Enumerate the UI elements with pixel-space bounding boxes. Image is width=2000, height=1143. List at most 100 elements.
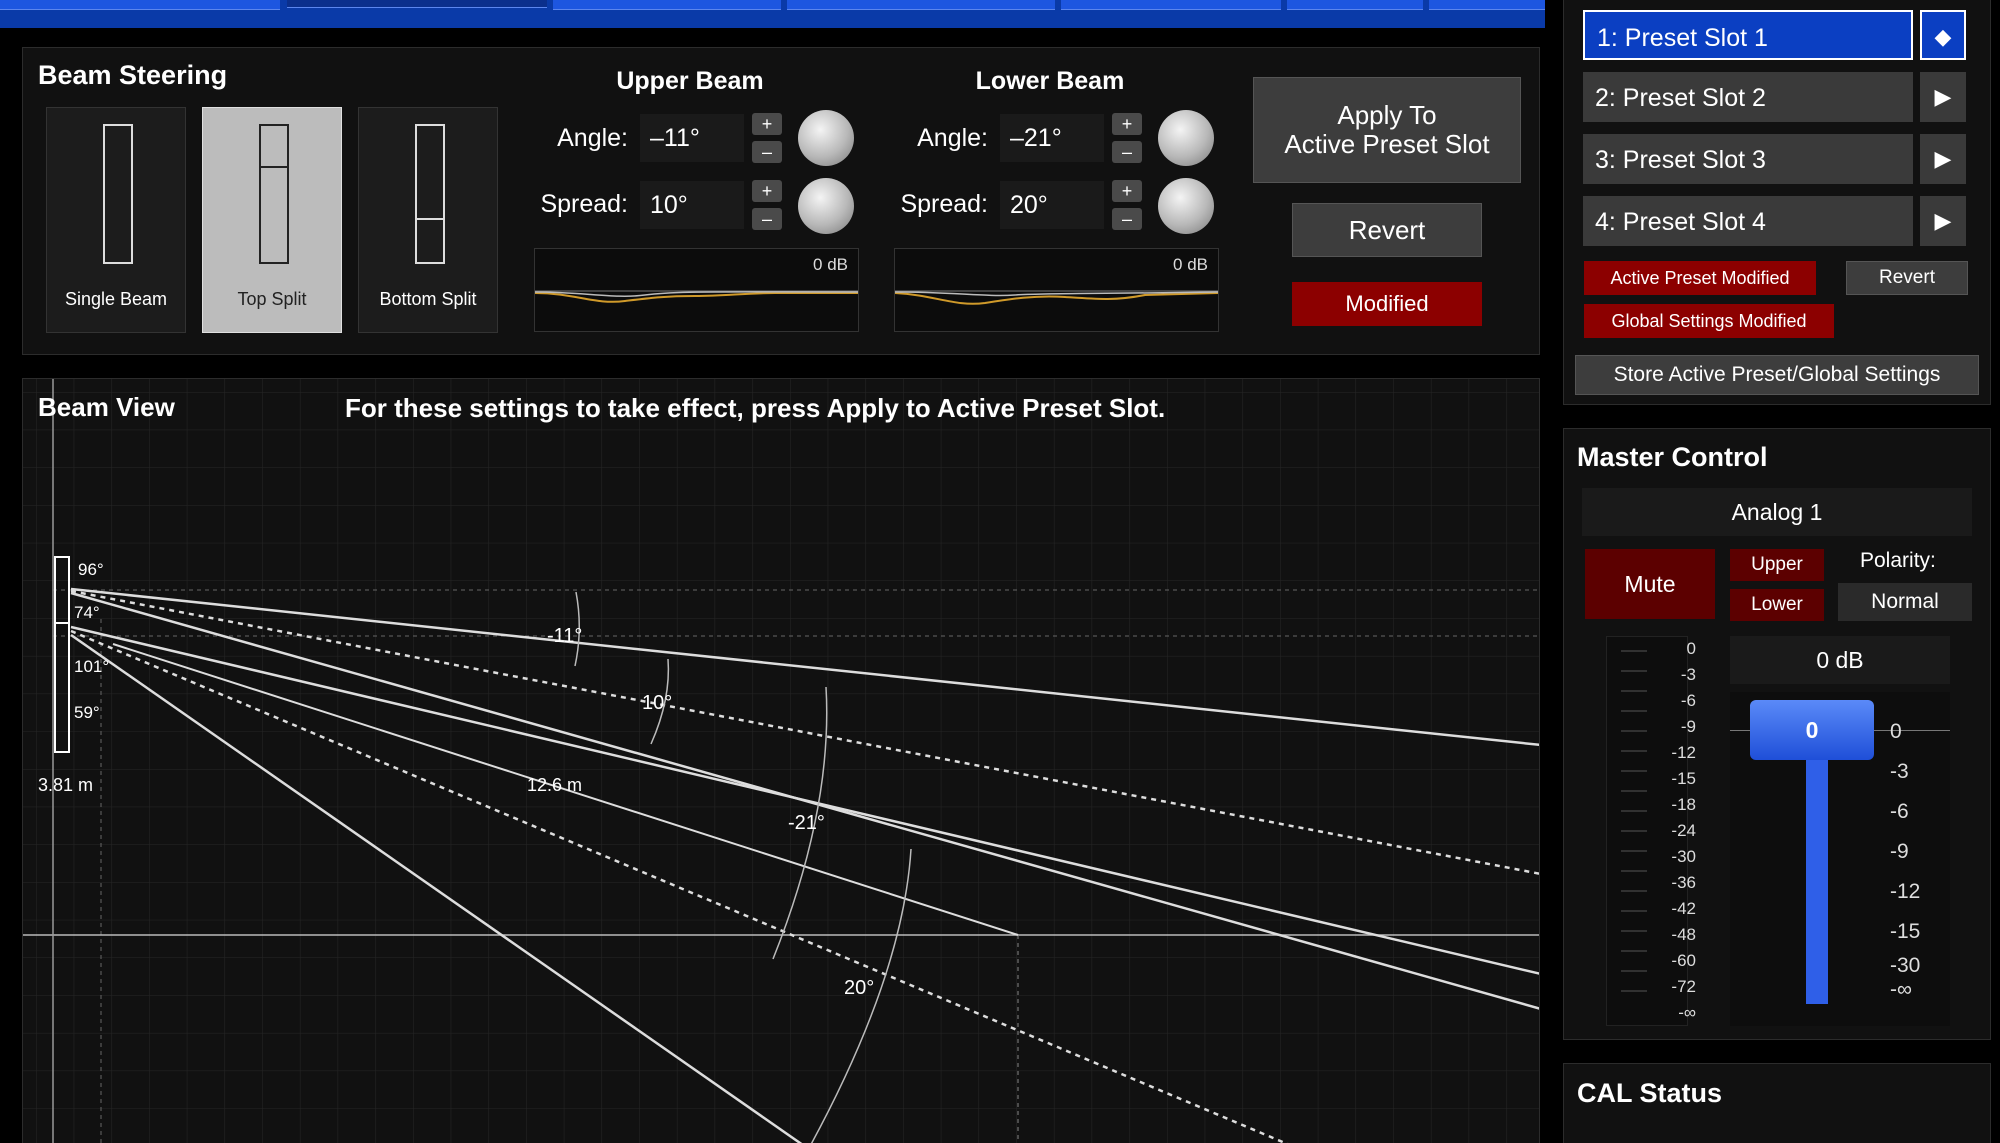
modified-indicator: Modified bbox=[1292, 282, 1482, 326]
fader-fill bbox=[1806, 742, 1828, 1004]
top-split-button[interactable]: Top Split bbox=[202, 107, 342, 333]
apply-to-active-preset-button[interactable]: Apply To Active Preset Slot bbox=[1253, 77, 1521, 183]
distance-label: 12.6 m bbox=[527, 775, 583, 795]
upper-eq-curve bbox=[535, 290, 858, 303]
lower-angle-increment[interactable]: + bbox=[1112, 113, 1142, 135]
revert-button[interactable]: Revert bbox=[1292, 203, 1482, 257]
upper-angle-decrement[interactable]: – bbox=[752, 141, 782, 163]
beam-view-notice: For these settings to take effect, press… bbox=[345, 393, 1166, 423]
tab-1[interactable] bbox=[0, 0, 280, 10]
upper-angle-plot-label: -11° bbox=[547, 625, 583, 647]
meter-scale-10: -42 bbox=[1671, 899, 1696, 918]
lower-spread-plot-label: 20° bbox=[844, 977, 875, 999]
angle-59-label: 59° bbox=[74, 703, 100, 722]
height-label: 3.81 m bbox=[38, 775, 94, 795]
meter-scale-4: -12 bbox=[1671, 743, 1696, 762]
tab-strip bbox=[0, 0, 1545, 28]
upper-beam-title: Upper Beam bbox=[616, 67, 764, 95]
upper-eq-display: 0 dB bbox=[534, 248, 859, 332]
cal-status-title: CAL Status bbox=[1577, 1078, 1723, 1108]
upper-spread-decrement[interactable]: – bbox=[752, 208, 782, 230]
lower-spread-decrement[interactable]: – bbox=[1112, 208, 1142, 230]
meter-scale: 0 -3 -6 -9 -12 -15 -18 -24 -30 -36 -42 -… bbox=[1656, 636, 1696, 1026]
single-beam-label: Single Beam bbox=[64, 289, 168, 309]
active-preset-modified-indicator: Active Preset Modified bbox=[1584, 261, 1816, 295]
preset-slot-3-play-icon[interactable]: ▶ bbox=[1920, 134, 1966, 184]
upper-spread-increment[interactable]: + bbox=[752, 180, 782, 202]
tab-7[interactable] bbox=[1429, 0, 1545, 10]
lower-mute-button[interactable]: Lower bbox=[1730, 589, 1824, 621]
preset-slot-2[interactable]: 2: Preset Slot 2 bbox=[1583, 72, 1913, 122]
apply-line-1: Apply To bbox=[1337, 100, 1437, 130]
upper-angle-field[interactable]: –11° bbox=[640, 114, 744, 162]
single-beam-button[interactable]: Single Beam bbox=[46, 107, 186, 333]
lower-spread-field[interactable]: 20° bbox=[1000, 181, 1104, 229]
fader-scale-7: -∞ bbox=[1890, 978, 1912, 1001]
input-source-display[interactable]: Analog 1 bbox=[1582, 488, 1972, 536]
tab-3[interactable] bbox=[553, 0, 781, 10]
lower-angle-knob[interactable] bbox=[1158, 110, 1214, 166]
fader-scale-2: -6 bbox=[1890, 800, 1909, 823]
lower-angle-plot-label: -21° bbox=[788, 812, 825, 834]
meter-scale-2: -6 bbox=[1680, 691, 1696, 710]
meter-scale-12: -60 bbox=[1671, 951, 1696, 970]
tab-6[interactable] bbox=[1287, 0, 1423, 10]
meter-scale-5: -15 bbox=[1671, 769, 1696, 788]
tab-4[interactable] bbox=[787, 0, 1055, 10]
bottom-split-icon bbox=[415, 124, 445, 264]
lower-eq-curve bbox=[895, 290, 1218, 305]
upper-angle-knob[interactable] bbox=[798, 110, 854, 166]
bottom-split-button[interactable]: Bottom Split bbox=[358, 107, 498, 333]
preset-slot-2-play-icon[interactable]: ▶ bbox=[1920, 72, 1966, 122]
single-beam-icon bbox=[103, 124, 133, 264]
fader-scale-1: -3 bbox=[1890, 760, 1909, 783]
upper-spread-field[interactable]: 10° bbox=[640, 181, 744, 229]
upper-angle-increment[interactable]: + bbox=[752, 113, 782, 135]
upper-angle-label: Angle: bbox=[557, 124, 628, 152]
angle-74-label: 74° bbox=[74, 603, 100, 622]
store-settings-button[interactable]: Store Active Preset/Global Settings bbox=[1575, 355, 1979, 395]
fader-scale-4: -12 bbox=[1890, 880, 1921, 903]
meter-scale-14: -∞ bbox=[1678, 1003, 1696, 1022]
fader-scale-0: 0 bbox=[1890, 720, 1902, 743]
meter-scale-1: -3 bbox=[1680, 665, 1696, 684]
top-split-icon bbox=[259, 124, 289, 264]
meter-scale-11: -48 bbox=[1671, 925, 1696, 944]
beam-view-panel bbox=[22, 378, 1540, 1143]
lower-angle-decrement[interactable]: – bbox=[1112, 141, 1142, 163]
master-control-title: Master Control bbox=[1577, 442, 1768, 472]
lower-angle-label: Angle: bbox=[917, 124, 988, 152]
fader-scale-5: -15 bbox=[1890, 920, 1921, 943]
meter-scale-3: -9 bbox=[1680, 717, 1696, 736]
bottom-split-label: Bottom Split bbox=[379, 289, 477, 309]
mute-button[interactable]: Mute bbox=[1585, 549, 1715, 619]
beam-view-plot bbox=[23, 379, 1539, 1143]
meter-scale-9: -36 bbox=[1671, 873, 1696, 892]
lower-angle-field[interactable]: –21° bbox=[1000, 114, 1104, 162]
tab-5[interactable] bbox=[1061, 0, 1281, 10]
preset-slot-4-play-icon[interactable]: ▶ bbox=[1920, 196, 1966, 246]
lower-spread-knob[interactable] bbox=[1158, 178, 1214, 234]
fader-handle[interactable]: 0 bbox=[1750, 700, 1874, 760]
preset-slot-1[interactable]: 1: Preset Slot 1 bbox=[1583, 10, 1913, 60]
polarity-button[interactable]: Normal bbox=[1838, 583, 1972, 621]
lower-spread-increment[interactable]: + bbox=[1112, 180, 1142, 202]
top-split-label: Top Split bbox=[237, 289, 307, 309]
meter-scale-0: 0 bbox=[1686, 639, 1696, 658]
preset-slot-3[interactable]: 3: Preset Slot 3 bbox=[1583, 134, 1913, 184]
beam-view-title: Beam View bbox=[38, 392, 175, 422]
angle-96-label: 96° bbox=[78, 560, 104, 579]
preset-slot-4[interactable]: 4: Preset Slot 4 bbox=[1583, 196, 1913, 246]
fader-scale: 0 -3 -6 -9 -12 -15 -30 -∞ bbox=[1890, 720, 1936, 1002]
upper-spread-label: Spread: bbox=[540, 190, 628, 218]
lower-eq-display: 0 dB bbox=[894, 248, 1219, 332]
preset-revert-button[interactable]: Revert bbox=[1846, 261, 1968, 295]
preset-slot-1-active-icon[interactable]: ◆ bbox=[1920, 10, 1966, 60]
upper-spread-knob[interactable] bbox=[798, 178, 854, 234]
upper-mute-button[interactable]: Upper bbox=[1730, 549, 1824, 581]
lower-spread-label: Spread: bbox=[900, 190, 988, 218]
master-level-display[interactable]: 0 dB bbox=[1730, 636, 1950, 684]
tab-beam-steering[interactable] bbox=[287, 0, 547, 8]
meter-scale-13: -72 bbox=[1671, 977, 1696, 996]
fader-scale-3: -9 bbox=[1890, 840, 1909, 863]
